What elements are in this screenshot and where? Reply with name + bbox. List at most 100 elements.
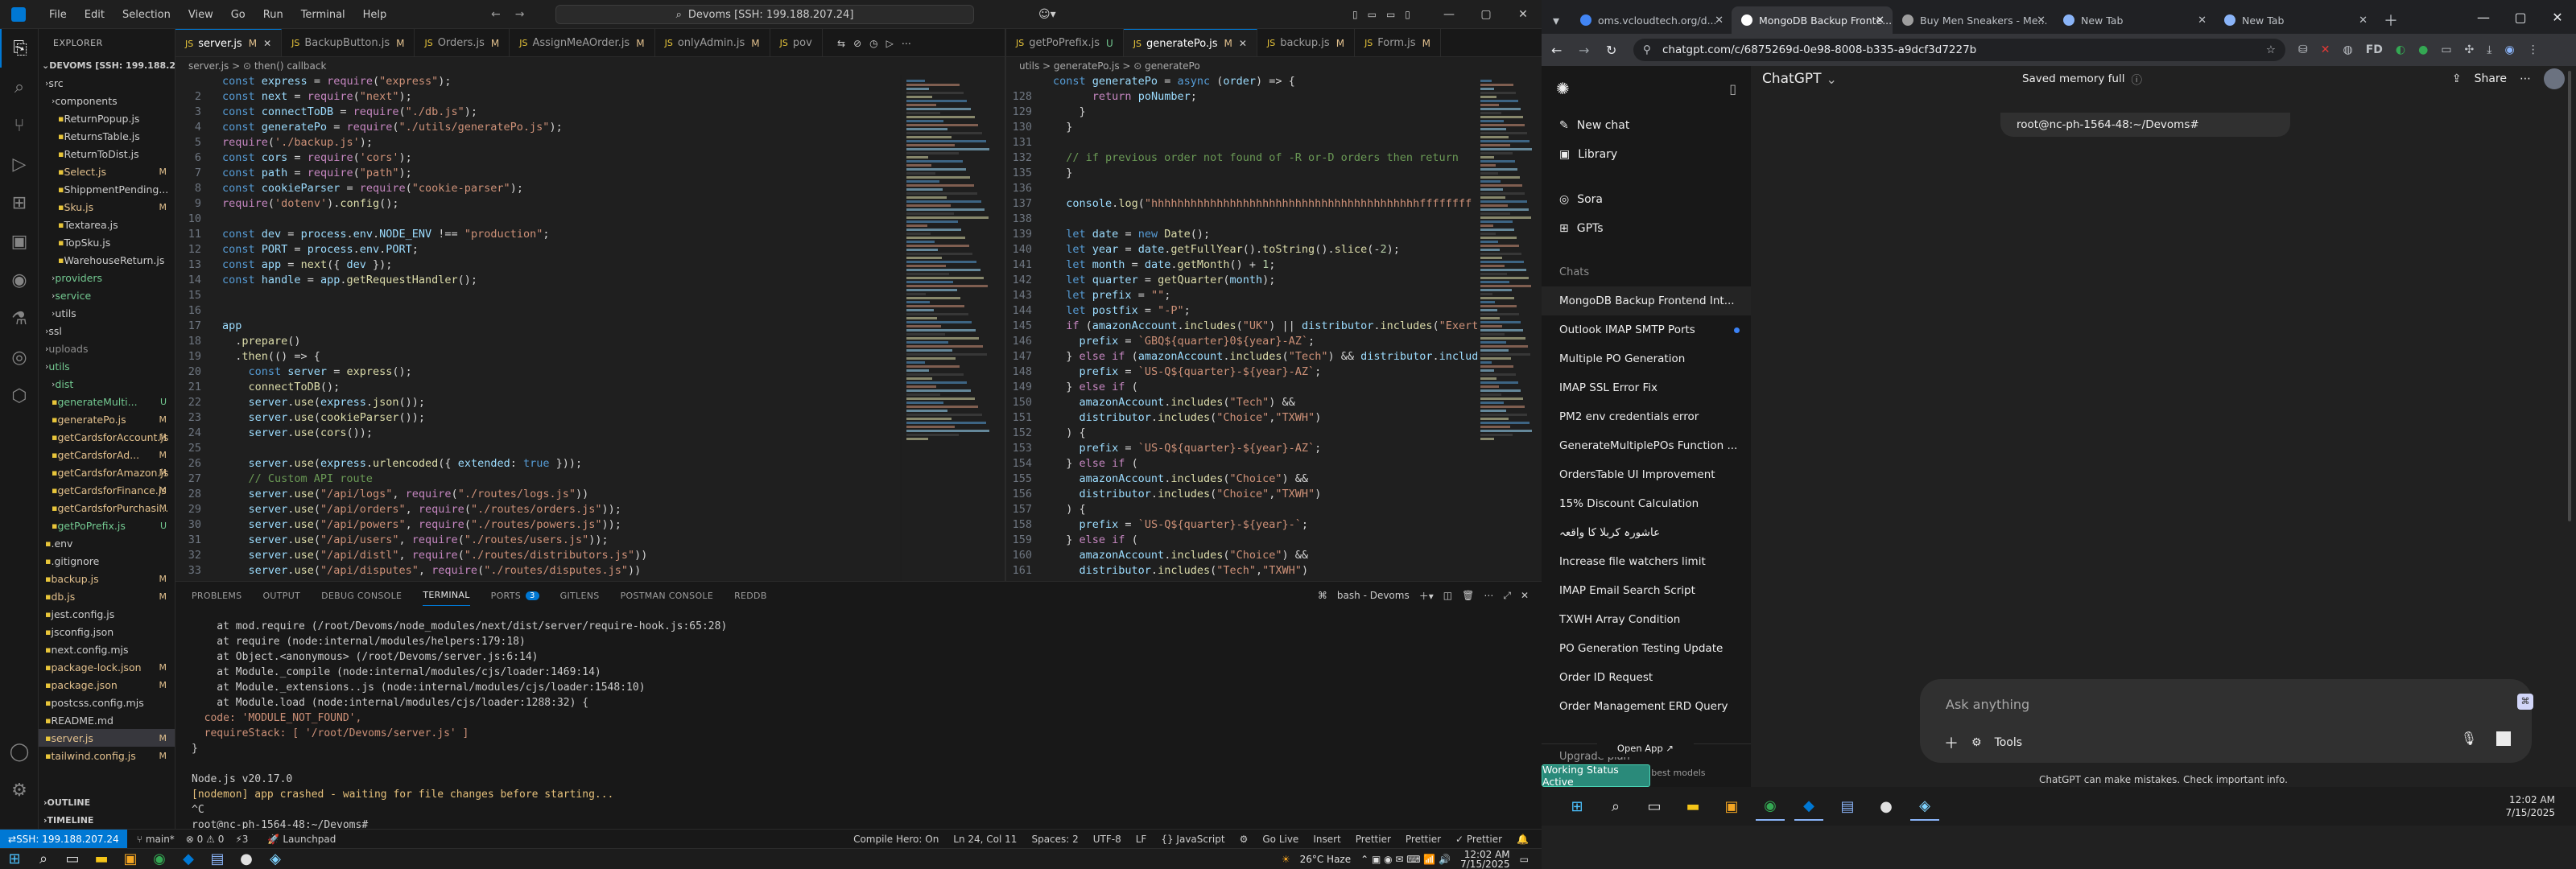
maximize-icon[interactable]: ▢ [1468,0,1505,29]
chat-history-item[interactable]: Multiple PO Generation [1542,344,1751,373]
run-debug-icon[interactable]: ▷ [0,145,39,183]
tree-item[interactable]: › dist [39,375,175,393]
add-terminal-icon[interactable]: ＋▾ [1419,589,1434,603]
bookmark-star-icon[interactable]: ☆ [2266,43,2276,56]
menu-item-terminal[interactable]: Terminal [292,9,354,21]
tree-item[interactable]: ▪ jest.config.js [39,605,175,623]
editor-tab[interactable]: JS onlyAdmin.js M [654,29,770,56]
encoding[interactable]: UTF-8 [1093,834,1121,845]
model-selector[interactable]: ChatGPT [1762,71,1822,87]
sidebar-item-new-chat[interactable]: ✎ New chat [1542,111,1751,140]
chevron-down-icon[interactable]: ⌄ [1827,72,1837,87]
terminal-output[interactable]: at mod.require (/root/Devoms/node_module… [175,620,1542,834]
tab-close-icon[interactable]: ✕ [263,38,271,49]
left-minimap[interactable] [902,75,1005,581]
prettier-status[interactable]: Prettier [1356,834,1391,845]
chrome-menu-icon[interactable]: ⋮ [2528,43,2539,56]
tree-item[interactable]: ▪ WarehouseReturn.js [39,251,175,269]
tab-close-icon[interactable]: ✕ [2198,14,2207,27]
profile-avatar-icon[interactable]: ◉ [2504,43,2514,56]
chat-history-item[interactable]: TXWH Array Condition [1542,605,1751,634]
windows-start-icon[interactable]: ⊞ [0,849,29,869]
timeline-section[interactable]: › TIMELINE [39,811,175,829]
chat-history-item[interactable]: 15% Discount Calculation [1542,489,1751,518]
editor-tab[interactable]: JS AssignMeAOrder.js M [510,29,655,56]
browser-tab[interactable]: Buy Men Sneakers - Me... ✕ [1893,6,2054,34]
browser-tab[interactable]: New Tab ✕ [2054,6,2215,34]
attachment-icon[interactable]: ⌘ [2517,694,2533,710]
split-terminal-icon[interactable]: ◫ [1443,590,1452,601]
menu-item-view[interactable]: View [180,9,222,21]
tab-close-icon[interactable]: ✕ [1876,14,1885,27]
tree-item[interactable]: › src [39,74,175,92]
left-code-editor[interactable]: const express = require("express"); 2 cons… [175,75,900,581]
gitlens-icon[interactable]: ◉ [0,261,39,299]
end-of-line[interactable]: LF [1136,834,1147,845]
chat-history-item[interactable]: PM2 env credentials error [1542,402,1751,431]
postman-icon[interactable]: ◎ [0,338,39,377]
editor-tab[interactable]: JS pov [770,29,823,56]
tree-item[interactable]: ▪ tailwind.config.js M [39,747,175,764]
ports-count[interactable]: ⚡3 [235,834,248,845]
more-icon[interactable]: ⋯ [902,38,911,49]
tray-icons[interactable]: ⌃ ▣ ◉ ✉ ⌨ 📶 🔊 [1360,854,1451,865]
chat-history-item[interactable]: Order Management ERD Query [1542,692,1751,721]
address-bar[interactable]: ⚲ chatgpt.com/c/6875269d-0e98-8008-b335-… [1633,39,2285,61]
tree-item[interactable]: ▪ generateMulti... U [39,393,175,410]
back-arrow-icon[interactable]: ← [1551,43,1562,58]
memory-status[interactable]: Saved memory full ⓘ [2022,71,2142,87]
extension-icon[interactable]: ▭ [2441,43,2451,56]
tree-item[interactable]: ▪ ReturnToDist.js [39,145,175,163]
windows-start-icon[interactable]: ⊞ [1563,792,1591,821]
open-app-button[interactable]: Open App ↗ [1597,743,1694,757]
file-explorer-icon[interactable]: ▬ [87,849,116,869]
panel-tab-debug-console[interactable]: DEBUG CONSOLE [321,591,402,601]
language-mode[interactable]: {} JavaScript [1161,834,1224,845]
chat-history-item[interactable]: IMAP Email Search Script [1542,576,1751,605]
menu-item-file[interactable]: File [40,9,76,21]
chat-history-item[interactable]: عاشورہ کربلا کا واقعہ [1542,518,1751,547]
weather-label[interactable]: 26°C Haze [1300,854,1352,865]
voice-mode-icon[interactable] [2496,731,2511,746]
chrome-icon[interactable]: ◉ [1756,792,1785,821]
chat-history-item[interactable]: MongoDB Backup Frontend Int... [1542,286,1751,315]
working-status-toast[interactable]: Working Status Active [1542,764,1650,788]
panel-tab-postman-console[interactable]: POSTMAN CONSOLE [621,591,714,601]
insert-mode[interactable]: Insert [1313,834,1340,845]
menu-item-selection[interactable]: Selection [114,9,180,21]
editor-tab[interactable]: JS getPoPrefix.js U [1006,29,1124,56]
editor-tab[interactable]: JS Form.js M [1355,29,1441,56]
testing-icon[interactable]: ⚗ [0,299,39,338]
editor-tab[interactable]: JS Orders.js M [415,29,510,56]
docker-icon[interactable]: ⬡ [0,377,39,415]
forward-arrow-icon[interactable]: → [1579,43,1589,58]
more-options-icon[interactable]: ⋯ [2520,72,2531,85]
tab-close-icon[interactable]: ✕ [2359,14,2368,27]
tree-item[interactable]: ▪ getCardsforPurchasi... M [39,499,175,517]
layout-icon[interactable]: ▯ [1352,9,1358,20]
prettier-status[interactable]: Prettier [1406,834,1441,845]
browser-tab[interactable]: New Tab ✕ [2215,6,2376,34]
site-info-icon[interactable]: ⚲ [1643,43,1651,56]
reload-icon[interactable]: ↻ [1606,43,1616,58]
microphone-icon[interactable]: 🎙 [2461,731,2477,746]
menu-item-edit[interactable]: Edit [76,9,114,21]
extension-icon[interactable]: ⛁ [2298,43,2308,56]
tab-close-icon[interactable]: ✕ [1239,38,1247,49]
left-breadcrumb[interactable]: server.js > ⊙ then() callback [175,57,1005,75]
extension-icon[interactable]: ◍ [2343,43,2352,56]
clock-time[interactable]: 12:02 AM [2505,793,2555,806]
task-view-icon[interactable]: ▭ [1640,792,1669,821]
tree-item[interactable]: › utils [39,304,175,322]
extension-icon[interactable]: ● [2418,43,2428,56]
sidebar-item-sora[interactable]: ◎ Sora [1542,185,1751,214]
tree-item[interactable]: ▪ package.json M [39,676,175,694]
chat-history-item[interactable]: Order ID Request [1542,663,1751,692]
tree-item[interactable]: ▪ getCardsforAccount.js M [39,428,175,446]
tree-item[interactable]: ▪ generatePo.js M [39,410,175,428]
editor-tab[interactable]: JS backup.js M [1257,29,1356,56]
clock-time[interactable]: 12:02 AM [1460,850,1510,859]
launchpad-label[interactable]: Launchpad [283,834,336,845]
app-icon[interactable]: ▤ [1833,792,1862,821]
new-tab-icon[interactable]: ＋ [2376,6,2406,34]
